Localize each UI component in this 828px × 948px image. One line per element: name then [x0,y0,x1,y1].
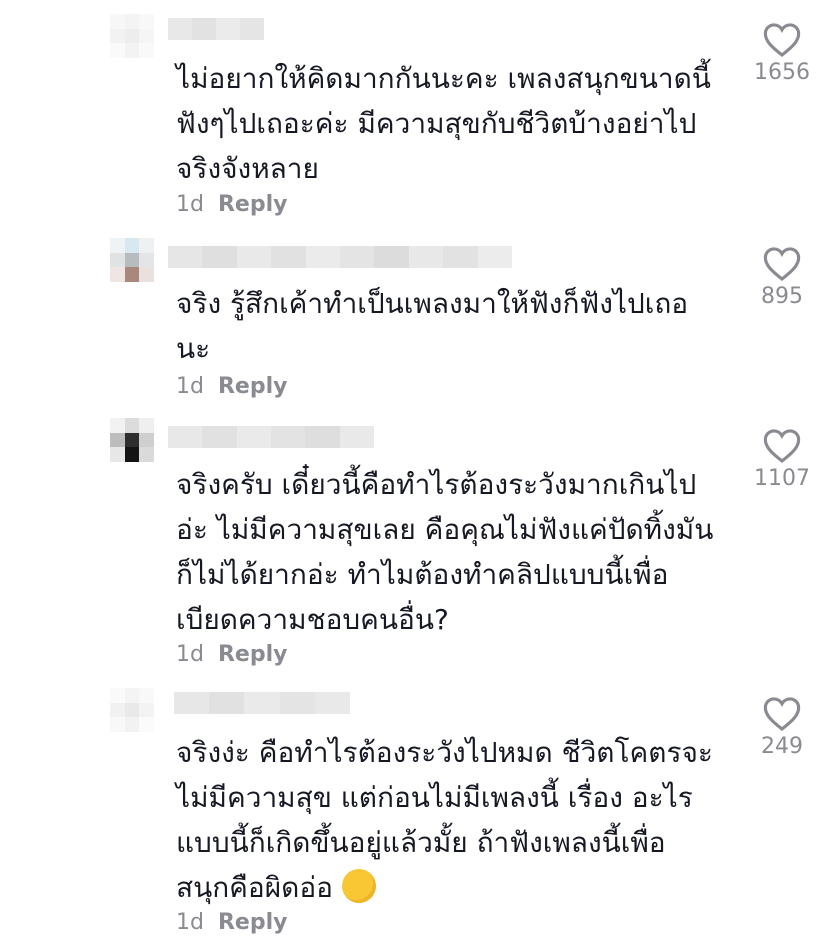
like-button[interactable]: 1107 [736,428,828,491]
avatar-blurred[interactable] [110,238,154,282]
like-button[interactable]: 1656 [736,22,828,85]
heart-icon [763,429,801,464]
username-blurred[interactable] [168,246,513,268]
like-count: 895 [761,284,803,309]
heart-icon [763,23,801,58]
reply-button[interactable]: Reply [218,642,288,667]
comment-text: ไม่อยากให้คิดมากกันนะคะ เพลงสนุกขนาดนี้ … [176,62,711,185]
avatar-blurred[interactable] [110,418,154,462]
heart-icon [763,697,801,732]
like-button[interactable]: 895 [736,246,828,309]
comment-timestamp: 1d [176,192,204,217]
avatar-blurred[interactable] [110,14,154,58]
reply-button[interactable]: Reply [218,374,288,399]
comment-timestamp: 1d [176,642,204,667]
avatar-blurred[interactable] [110,688,154,732]
comment-text: จริงง่ะ คือทำไรต้องระวังไปหมด ชีวิตโคตรจ… [176,730,736,910]
username-blurred[interactable] [168,426,374,448]
like-count: 1107 [754,466,810,491]
comment-timestamp: 1d [176,910,204,935]
reply-button[interactable]: Reply [218,192,288,217]
like-count: 1656 [754,60,810,85]
comment-text-body: จริงง่ะ คือทำไรต้องระวังไปหมด ชีวิตโคตรจ… [176,736,713,904]
like-button[interactable]: 249 [736,696,828,759]
reply-button[interactable]: Reply [218,910,288,935]
username-blurred[interactable] [174,692,351,714]
comment-text: จริงครับ เดี๋ยวนี้คือทำไรต้องระวังมากเกิ… [176,468,714,636]
relieved-face-emoji [341,869,376,903]
comment-text: จริง รู้สึกเค้าทำเป็นเพลงมาให้ฟังก็ฟังไป… [176,287,689,365]
like-count: 249 [761,734,803,759]
comment-timestamp: 1d [176,374,204,399]
heart-icon [763,247,801,282]
username-blurred[interactable] [168,18,264,40]
